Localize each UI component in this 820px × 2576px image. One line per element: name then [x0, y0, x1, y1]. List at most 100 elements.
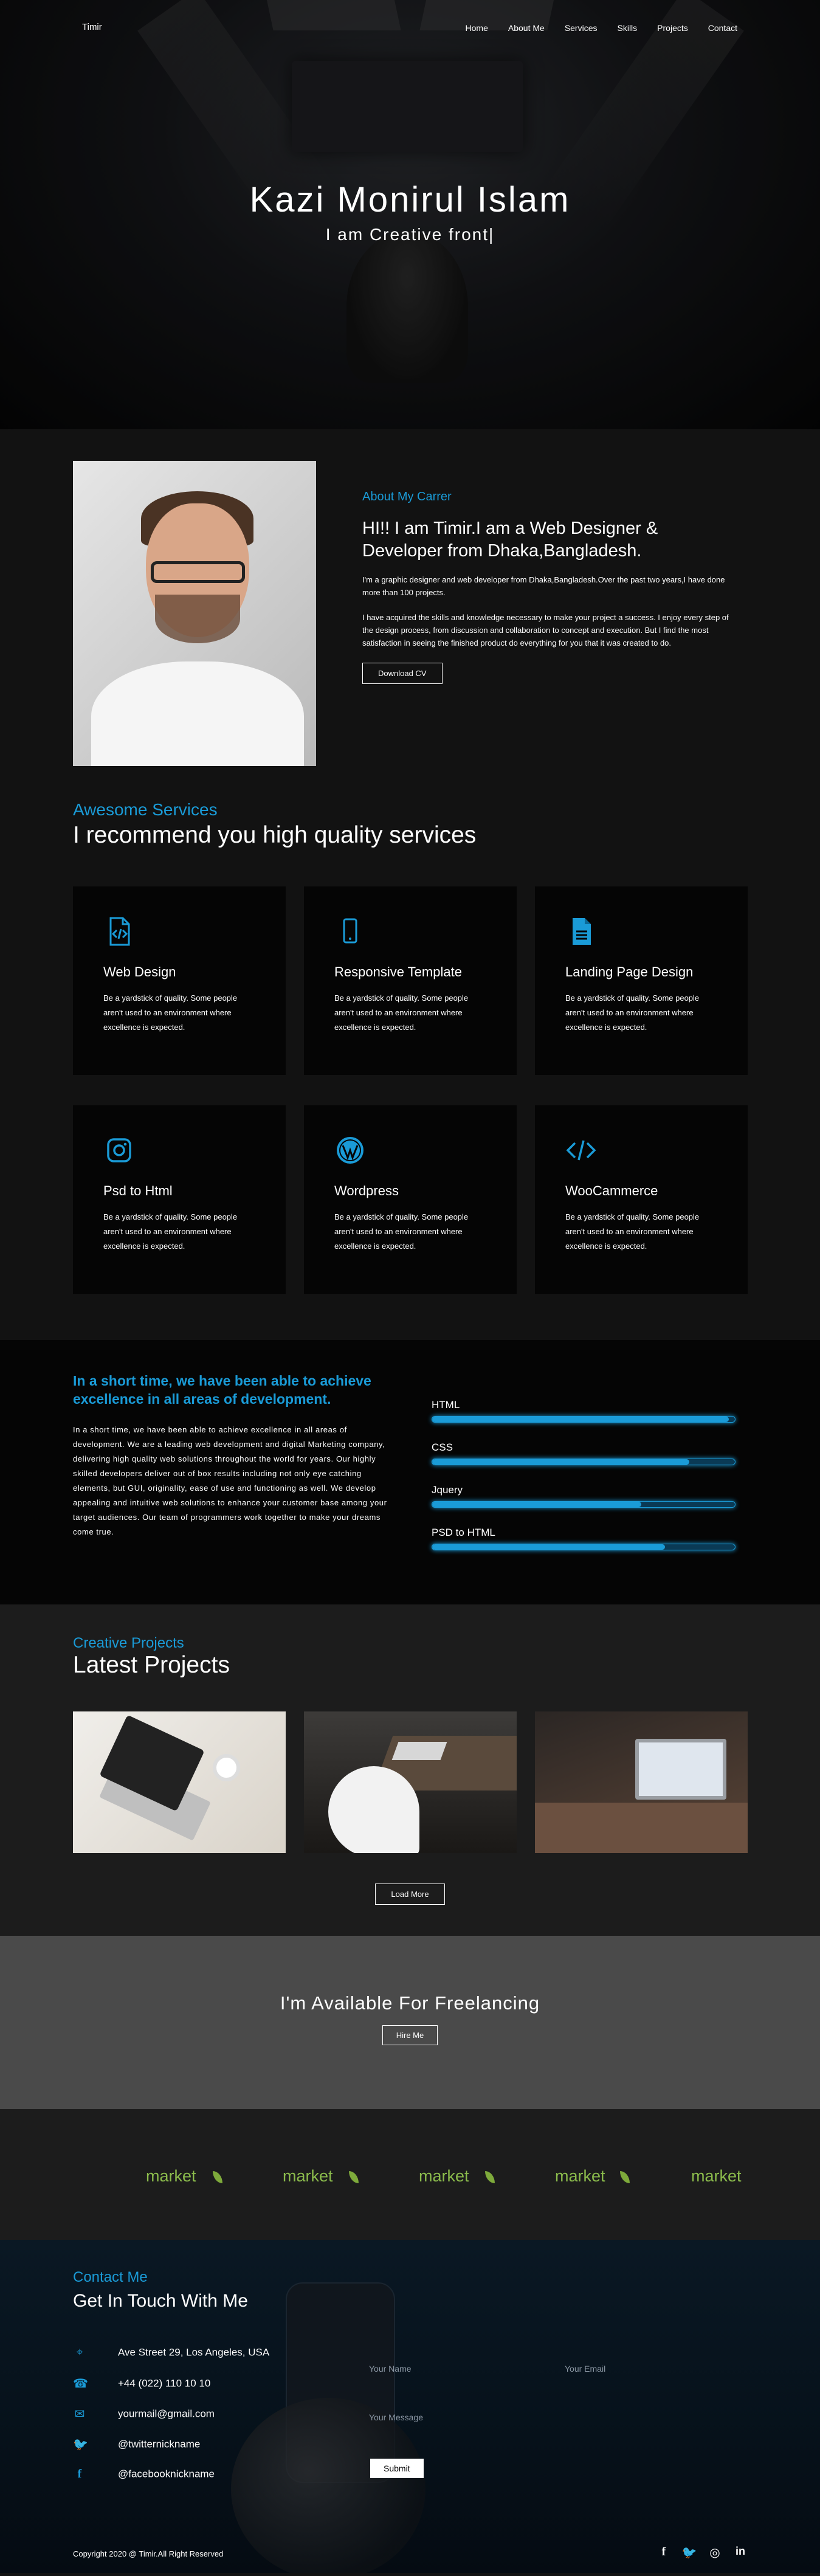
footer: Copyright 2020 @ Timir.All Right Reserve… [0, 2538, 820, 2573]
instagram-icon [107, 1138, 131, 1162]
skills-bars: HTML CSS Jquery PSD to HTML [432, 1399, 736, 1569]
contact-title: Get In Touch With Me [73, 2291, 248, 2311]
skill-bar-fill [432, 1459, 690, 1465]
twitter-icon[interactable]: 🐦 [681, 2545, 697, 2560]
skill-bar [432, 1416, 736, 1423]
skill-bar [432, 1459, 736, 1465]
site-logo[interactable]: Timir [82, 22, 102, 32]
contact-facebook[interactable]: f @facebooknickname [73, 2467, 215, 2481]
mail-icon: ✉ [74, 2408, 85, 2421]
skills-text: In a short time, we have been able to ac… [73, 1425, 387, 1536]
service-title: Wordpress [334, 1183, 399, 1198]
contact-phone: ☎ +44 (022) 110 10 10 [73, 2377, 211, 2391]
freelance-title: I'm Available For Freelancing [280, 1992, 540, 2014]
hero-name: Kazi Monirul Islam [249, 180, 571, 219]
service-title: Web Design [103, 964, 176, 979]
name-field[interactable]: Your Name [369, 2364, 412, 2374]
project-image-laptop-desk[interactable] [73, 1711, 286, 1853]
nav-item-about[interactable]: About Me [508, 23, 545, 33]
project-image-laptop-table[interactable] [535, 1711, 748, 1853]
brand-logo: market [146, 2167, 196, 2185]
nav-item-skills[interactable]: Skills [618, 23, 638, 33]
skill-item: CSS [432, 1442, 736, 1465]
code-icon [566, 1140, 596, 1161]
about-paragraph: I'm a graphic designer and web developer… [362, 575, 725, 597]
contact-subtitle: Contact Me [73, 2269, 148, 2285]
service-text: Be a yardstick of quality. Some people a… [103, 1212, 238, 1251]
hero-section: Timir Home About Me Services Skills Proj… [0, 0, 820, 429]
service-text: Be a yardstick of quality. Some people a… [565, 993, 700, 1032]
service-text: Be a yardstick of quality. Some people a… [334, 993, 469, 1032]
skill-bar-fill [432, 1417, 729, 1422]
service-card[interactable]: WooCammerce Be a yardstick of quality. S… [535, 1105, 748, 1294]
skill-label: Jquery [432, 1484, 463, 1496]
about-subtitle: About My Carrer [362, 490, 452, 503]
facebook-icon: f [77, 2467, 82, 2481]
skill-item: HTML [432, 1399, 736, 1423]
nav-item-contact[interactable]: Contact [708, 23, 737, 33]
service-card[interactable]: Psd to Html Be a yardstick of quality. S… [73, 1105, 286, 1294]
brand-logo: market [283, 2167, 333, 2185]
document-icon [573, 918, 591, 945]
service-card[interactable]: Responsive Template Be a yardstick of qu… [304, 886, 517, 1075]
code-file-icon [109, 917, 130, 946]
service-title: Landing Page Design [565, 964, 694, 979]
top-nav: Timir Home About Me Services Skills Proj… [0, 0, 820, 58]
contact-email[interactable]: ✉ yourmail@gmail.com [73, 2406, 215, 2422]
hire-me-button[interactable]: Hire Me [382, 2025, 438, 2045]
linkedin-icon[interactable]: in [732, 2545, 748, 2560]
submit-button[interactable]: Submit [370, 2459, 424, 2478]
projects-grid [73, 1711, 748, 1853]
contact-section: Contact Me Get In Touch With Me ⌖ Ave Str… [0, 2240, 820, 2573]
projects-subtitle: Creative Projects [73, 1635, 184, 1651]
projects-section: Creative Projects Latest Projects Load M… [0, 1604, 820, 1936]
services-section: Awesome Services I recommend you high qu… [0, 775, 820, 1340]
about-paragraph: I have acquired the skills and knowledge… [362, 613, 729, 647]
hero-text: Kazi Monirul Islam I am Creative front| [0, 179, 820, 244]
message-field[interactable]: Your Message [369, 2412, 423, 2422]
about-info: About My Carrer HI!! I am Timir.I am a W… [362, 490, 739, 684]
about-heading: HI!! I am Timir.I am a Web Designer & De… [362, 519, 658, 561]
skill-label: CSS [432, 1442, 453, 1453]
contact-twitter[interactable]: 🐦 @twitternickname [73, 2437, 200, 2452]
service-title: WooCammerce [565, 1183, 658, 1198]
about-section: About My Carrer HI!! I am Timir.I am a W… [0, 429, 820, 775]
email-field[interactable]: Your Email [565, 2364, 605, 2374]
project-image-workspace-chair[interactable] [304, 1711, 517, 1853]
skill-bar-fill [432, 1544, 666, 1550]
facebook-icon[interactable]: f [656, 2545, 672, 2560]
nav-menu: Home About Me Services Skills Projects C… [446, 23, 737, 33]
services-title: I recommend you high quality services [73, 822, 477, 848]
skill-bar [432, 1544, 736, 1550]
service-card[interactable]: Landing Page Design Be a yardstick of qu… [535, 886, 748, 1075]
leaf-icon [349, 2171, 359, 2183]
download-cv-button[interactable]: Download CV [362, 663, 443, 684]
projects-title: Latest Projects [73, 1652, 230, 1678]
service-card[interactable]: Wordpress Be a yardstick of quality. Som… [304, 1105, 517, 1294]
copyright-text: Copyright 2020 @ Timir.All Right Reserve… [73, 2549, 224, 2558]
contact-address: ⌖ Ave Street 29, Los Angeles, USA [73, 2346, 269, 2360]
nav-item-projects[interactable]: Projects [657, 23, 688, 33]
twitter-icon: 🐦 [73, 2438, 88, 2451]
freelance-section: I'm Available For Freelancing Hire Me [0, 1936, 820, 2109]
skill-bar-fill [432, 1502, 641, 1507]
skills-intro: In a short time, we have been able to ac… [73, 1372, 395, 1539]
hero-tagline: I am Creative front| [325, 225, 495, 244]
nav-item-services[interactable]: Services [565, 23, 598, 33]
services-subtitle: Awesome Services [73, 800, 218, 819]
service-text: Be a yardstick of quality. Some people a… [334, 1212, 469, 1251]
leaf-icon [485, 2171, 495, 2183]
service-card[interactable]: Web Design Be a yardstick of quality. So… [73, 886, 286, 1075]
skill-item: Jquery [432, 1484, 736, 1508]
service-text: Be a yardstick of quality. Some people a… [103, 993, 238, 1032]
load-more-button[interactable]: Load More [375, 1884, 445, 1905]
leaf-icon [620, 2171, 630, 2183]
skills-section: In a short time, we have been able to ac… [0, 1340, 820, 1604]
profile-photo [73, 461, 316, 766]
nav-item-home[interactable]: Home [466, 23, 488, 33]
instagram-icon[interactable]: ◎ [707, 2545, 723, 2560]
mobile-icon [343, 918, 357, 944]
service-title: Psd to Html [103, 1183, 173, 1198]
service-text: Be a yardstick of quality. Some people a… [565, 1212, 700, 1251]
brand-logo: market [691, 2167, 742, 2185]
